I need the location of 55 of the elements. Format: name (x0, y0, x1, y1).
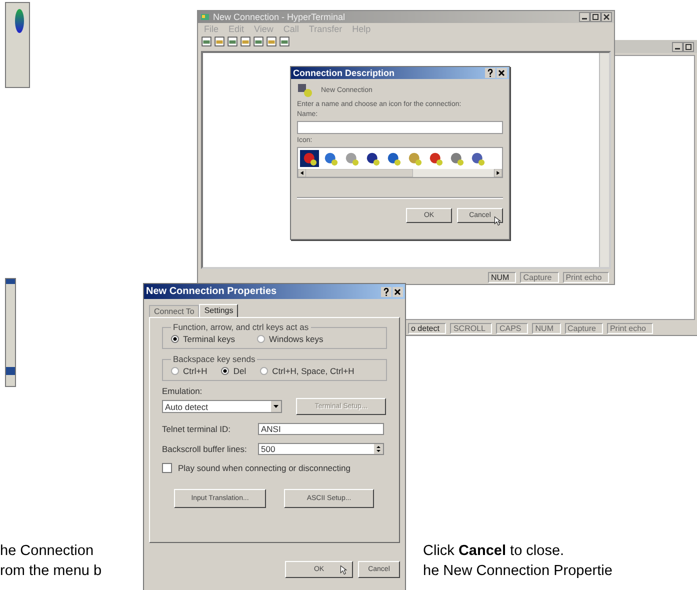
connection-icon (297, 82, 313, 98)
tab[interactable]: Settings (199, 304, 238, 317)
radio-button[interactable] (260, 367, 268, 375)
window-title: New Connection - HyperTerminal (213, 12, 346, 22)
cursor-icon (340, 565, 347, 575)
tab[interactable]: Connect To (149, 305, 200, 317)
spinner-icon[interactable] (374, 444, 383, 454)
body-text: rom the menu b (0, 563, 102, 579)
dialog-title: New Connection Properties (146, 286, 278, 297)
status-cell: Print echo (562, 272, 609, 283)
toolbar-icon[interactable] (240, 36, 251, 47)
scrollbar[interactable] (599, 53, 609, 267)
emulation-dropdown[interactable]: Auto detect (162, 400, 282, 413)
toolbar-icon[interactable] (266, 36, 277, 47)
radio-button[interactable] (256, 335, 265, 343)
toolbar-icon[interactable] (201, 36, 212, 47)
window-controls-icon[interactable] (672, 42, 694, 52)
status-cell: o detect (408, 323, 446, 334)
toolbar-icon[interactable] (227, 36, 238, 47)
checkbox[interactable] (162, 463, 172, 473)
status-cell: SCROLL (450, 323, 492, 334)
scrollbar[interactable] (298, 169, 502, 177)
telnet-id-field[interactable]: ANSI (258, 423, 384, 435)
help-close-icon[interactable] (381, 286, 403, 296)
toolbar-icon[interactable] (253, 36, 264, 47)
toolbar-icon[interactable] (279, 36, 290, 47)
radio-option[interactable]: Del (221, 366, 246, 376)
status-cell: Print echo (606, 323, 653, 334)
backscroll-field[interactable]: 500 (258, 443, 384, 455)
status-cell: CAPS (496, 323, 528, 334)
radio-button[interactable] (221, 367, 230, 375)
radio-option[interactable]: Terminal keys (171, 334, 235, 344)
name-field[interactable] (297, 121, 503, 134)
radio-button[interactable] (171, 367, 179, 375)
checkbox-option[interactable]: Play sound when connecting or disconnecting (162, 463, 387, 473)
cursor-icon (494, 216, 501, 226)
body-text: he Connection (0, 543, 94, 559)
telnet-id-label: Telnet terminal ID: (162, 424, 232, 434)
body-text: he New Connection Propertie (423, 563, 612, 579)
toolbar-icon[interactable] (214, 36, 225, 47)
dialog-title: Connection Description (293, 68, 396, 78)
emulation-label: Emulation: (162, 386, 204, 396)
backscroll-label: Backscroll buffer lines: (162, 444, 248, 454)
help-close-icon[interactable] (485, 68, 507, 78)
radio-option[interactable]: Windows keys (256, 334, 324, 344)
radio-button[interactable] (171, 335, 179, 343)
status-cell: Capture (564, 323, 603, 334)
status-cell: Capture (520, 272, 559, 283)
body-text: Click Cancel to close. (423, 543, 564, 559)
status-cell: NUM (532, 323, 560, 334)
radio-option[interactable]: Ctrl+H (171, 366, 208, 376)
group-label: Function, arrow, and ctrl keys act as (172, 322, 310, 332)
status-cell: NUM (488, 272, 516, 283)
group-label: Backspace key sends (172, 354, 256, 364)
radio-option[interactable]: Ctrl+H, Space, Ctrl+H (260, 366, 354, 376)
